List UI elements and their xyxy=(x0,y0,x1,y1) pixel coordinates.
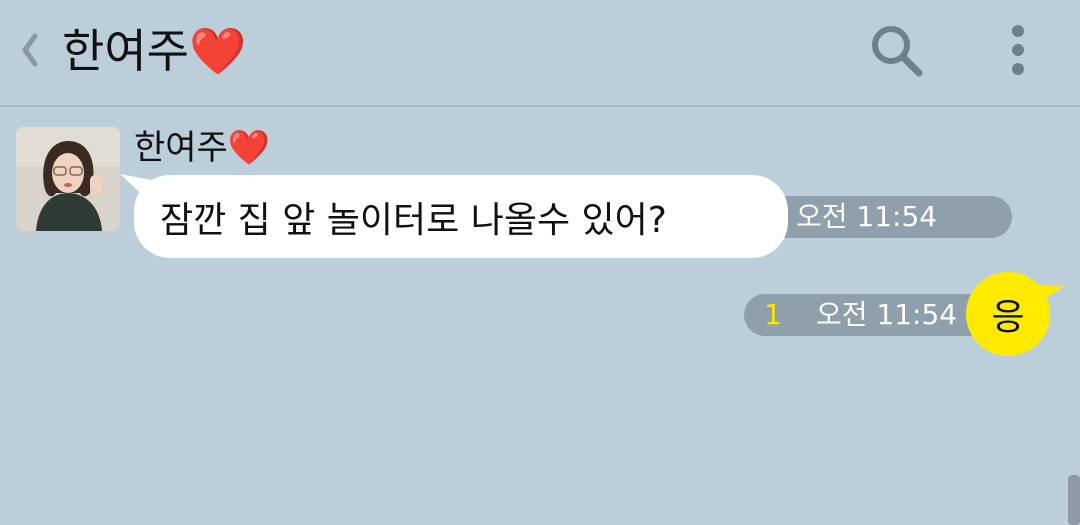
back-button[interactable] xyxy=(12,26,48,74)
message-text: 잠깐 집 앞 놀이터로 나올수 있어? xyxy=(160,199,667,241)
message-timestamp: 오전 11:54 xyxy=(796,200,938,233)
incoming-message-bubble[interactable]: 잠깐 집 앞 놀이터로 나올수 있어? xyxy=(134,175,788,258)
chat-header: 한여주❤️ xyxy=(0,0,1080,107)
profile-photo xyxy=(16,127,120,231)
unread-count: 1 xyxy=(764,298,782,331)
chevron-left-icon xyxy=(22,33,38,67)
scrollbar-thumb[interactable] xyxy=(1068,475,1080,525)
search-icon xyxy=(872,26,923,77)
sender-name: 한여주❤️ xyxy=(134,128,271,168)
vertical-dots-icon xyxy=(1012,25,1024,75)
search-button[interactable] xyxy=(862,18,930,82)
outgoing-message-bubble[interactable]: 응 xyxy=(966,272,1050,356)
sender-avatar[interactable] xyxy=(16,127,120,231)
chat-screen: 한여주❤️ 한여주❤️ 오전 11:54 잠깐 집 앞 놀이터로 나올수 있어?… xyxy=(0,0,1080,525)
chat-title: 한여주❤️ xyxy=(62,24,247,78)
more-options-button[interactable] xyxy=(996,18,1040,82)
message-timestamp: 오전 11:54 xyxy=(816,298,958,331)
message-text: 응 xyxy=(991,297,1025,338)
